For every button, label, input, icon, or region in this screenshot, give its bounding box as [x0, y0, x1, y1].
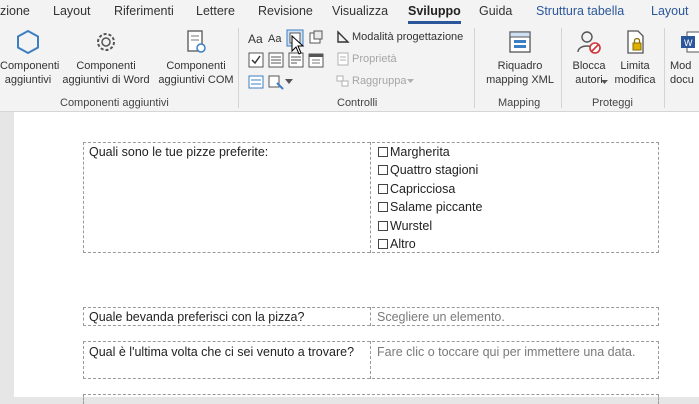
riquadro-mapping-xml-button[interactable]: Riquadro mapping XML — [482, 28, 558, 87]
question-bevanda: Quale bevanda preferisci con la pizza? — [89, 310, 305, 324]
group-button[interactable]: Raggruppa — [352, 75, 406, 87]
modello-documento-button[interactable]: W Mod docu — [670, 28, 699, 87]
checkbox-box[interactable] — [378, 239, 388, 249]
document-gear-icon — [187, 30, 206, 53]
modello-documento-label: Mod docu — [670, 60, 694, 86]
svg-text:W: W — [684, 38, 693, 48]
group-separator — [474, 28, 475, 108]
table-divider — [370, 307, 371, 326]
checkbox-margherita[interactable]: Margherita — [378, 143, 450, 161]
checkbox-box[interactable] — [378, 147, 388, 157]
checkbox-label: Salame piccante — [390, 200, 483, 214]
group-label-mapping: Mapping — [498, 97, 541, 109]
group-separator — [664, 28, 665, 108]
question-visita: Qual è l'ultima volta che ci sei venuto … — [89, 345, 355, 359]
checkbox-capricciosa[interactable]: Capricciosa — [378, 180, 455, 198]
gear-icon — [97, 33, 115, 51]
tab-visualizza[interactable]: Visualizza — [332, 4, 388, 18]
blocca-autori-button[interactable]: Blocca autori — [566, 28, 612, 87]
chevron-down-icon[interactable] — [601, 80, 608, 85]
checkbox-label: Quattro stagioni — [390, 163, 479, 177]
tab-sviluppo[interactable]: Sviluppo — [408, 4, 461, 24]
ribbon: Componenti aggiuntivi Componenti aggiunt… — [0, 24, 699, 112]
checkbox-quattro-stagioni[interactable]: Quattro stagioni — [378, 161, 478, 179]
tab-struttura-tabella[interactable]: Struttura tabella — [536, 4, 624, 18]
tab-lettere[interactable]: Lettere — [196, 4, 235, 18]
group-label-proteggi: Proteggi — [592, 97, 633, 109]
componenti-aggiuntivi-com-button[interactable]: Componenti aggiuntivi COM — [156, 28, 236, 87]
limita-modifica-label: Limita modifica — [614, 60, 656, 86]
date-picker-visita[interactable]: Fare clic o toccare qui per immettere un… — [377, 343, 635, 361]
checkbox-box[interactable] — [378, 221, 388, 231]
xml-mapping-pane-icon — [509, 31, 531, 53]
table-divider — [370, 142, 371, 253]
mouse-pointer-icon — [291, 35, 305, 55]
checkbox-label: Altro — [390, 237, 416, 251]
tab-layout[interactable]: Layout — [53, 4, 91, 18]
tab-layout-tabella[interactable]: Layout — [651, 4, 689, 18]
rich-text-control[interactable]: Aa — [248, 32, 263, 46]
group-separator — [561, 28, 562, 108]
componenti-aggiuntivi-com-label: Componenti aggiuntivi COM — [158, 60, 234, 86]
checkbox-label: Margherita — [390, 145, 450, 159]
dropdown-bevanda[interactable]: Scegliere un elemento. — [377, 308, 505, 326]
componenti-aggiuntivi-word-button[interactable]: Componenti aggiuntivi di Word — [60, 28, 152, 87]
limita-modifica-button[interactable]: Limita modifica — [612, 28, 658, 87]
checkbox-control-icon[interactable] — [248, 52, 264, 68]
checkbox-box[interactable] — [378, 165, 388, 175]
chevron-down-icon[interactable] — [285, 79, 293, 85]
chevron-down-icon — [407, 79, 414, 83]
legacy-tools-icon[interactable] — [268, 74, 284, 90]
date-picker-icon[interactable] — [308, 52, 324, 68]
checkbox-label: Capricciosa — [390, 182, 456, 196]
plain-text-control[interactable]: Aa — [268, 33, 281, 45]
building-block-icon[interactable] — [308, 30, 324, 46]
riquadro-mapping-xml-label: Riquadro mapping XML — [486, 60, 554, 86]
design-mode-button[interactable]: Modalità progettazione — [352, 31, 463, 43]
group-separator — [238, 28, 239, 108]
properties-icon — [337, 52, 349, 66]
word-template-icon: W — [680, 31, 699, 53]
checkbox-label: Wurstel — [390, 219, 433, 233]
group-label-controlli: Controlli — [337, 97, 378, 109]
document-page: Quali sono le tue pizze preferite: Margh… — [14, 112, 699, 404]
block-authors-icon — [577, 31, 601, 54]
question-pizze: Quali sono le tue pizze preferite: — [89, 145, 269, 159]
tab-riferimenti[interactable]: Riferimenti — [114, 4, 174, 18]
group-label-componenti: Componenti aggiuntivi — [60, 97, 169, 109]
checkbox-box[interactable] — [378, 184, 388, 194]
componenti-aggiuntivi-word-label: Componenti aggiuntivi di Word — [62, 60, 150, 86]
componenti-aggiuntivi-button[interactable]: Componenti aggiuntivi — [0, 28, 60, 87]
checkbox-wurstel[interactable]: Wurstel — [378, 217, 432, 235]
table-divider — [370, 341, 371, 379]
group-icon — [336, 75, 349, 87]
tab-inserisci[interactable]: zione — [0, 4, 30, 18]
tab-guida[interactable]: Guida — [479, 4, 512, 18]
componenti-aggiuntivi-label: Componenti aggiuntivi — [0, 60, 60, 86]
ribbon-tab-bar: zione Layout Riferimenti Lettere Revisio… — [0, 0, 699, 24]
tab-revisione[interactable]: Revisione — [258, 4, 313, 18]
properties-button[interactable]: Proprietà — [352, 53, 397, 65]
checkbox-altro[interactable]: Altro — [378, 235, 416, 253]
checkbox-salame-piccante[interactable]: Salame piccante — [378, 198, 482, 216]
design-mode-icon — [337, 30, 350, 43]
combo-box-icon[interactable] — [268, 52, 284, 68]
checkbox-box[interactable] — [378, 202, 388, 212]
form-table-next — [83, 394, 659, 404]
hexagon-icon — [17, 29, 39, 55]
restrict-editing-icon — [627, 30, 644, 54]
repeating-section-icon[interactable] — [248, 74, 264, 90]
